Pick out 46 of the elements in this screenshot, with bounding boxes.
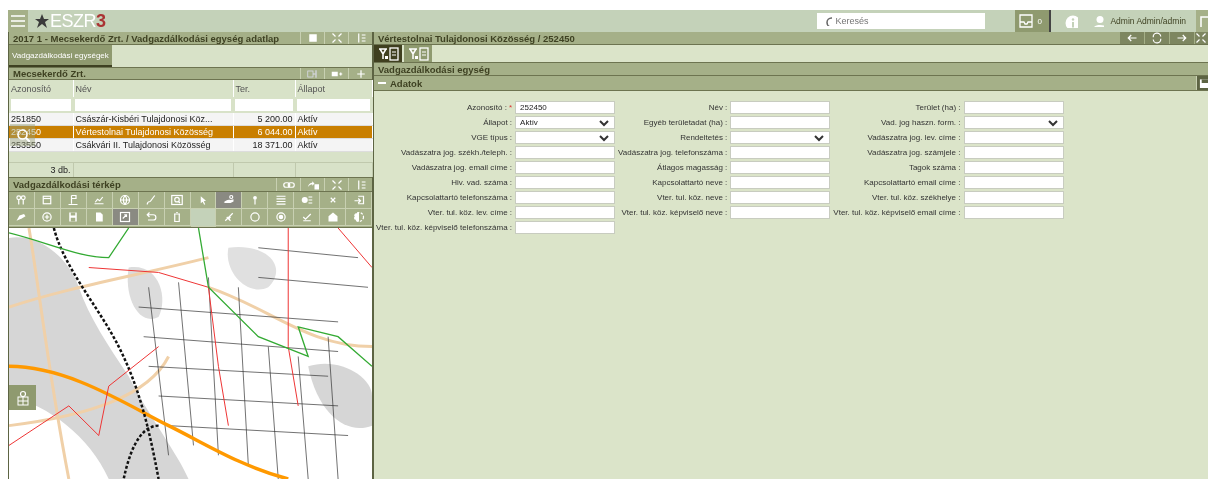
- field-label: Vadászatra jog. számjele :: [866, 148, 961, 157]
- field-label: Kapcsolattartó email címe :: [863, 178, 961, 187]
- field-label: Kapcsolattartó telefonszáma :: [405, 193, 513, 202]
- field-label: Állapot :: [482, 118, 513, 127]
- table-cell: 5 200.00: [233, 113, 295, 126]
- field-label: Vter. tul. köz. lev. címe :: [426, 208, 513, 217]
- table-cell: Aktív: [295, 113, 372, 126]
- list-title: Mecsekerdő Zrt.: [12, 68, 87, 79]
- field-label: Vadászatra jog. székh./teleph. :: [400, 148, 513, 157]
- field-label: Egyéb területadat (ha) :: [642, 118, 728, 127]
- search-field[interactable]: Keresés: [817, 13, 986, 29]
- panel-title: Vadgazdálkodási térkép: [12, 179, 122, 190]
- panel-title: 2017 1 - Mecsekerdő Zrt. / Vadgazdálkodási egység adatlap: [12, 32, 281, 44]
- field-label: Rendeltetés :: [679, 133, 728, 142]
- field-label: Átlagos magasság :: [656, 163, 728, 172]
- field-label: Terület (ha) :: [914, 103, 961, 112]
- field-label: Vadászatra jog. email címe :: [410, 163, 513, 172]
- column-header[interactable]: Név: [73, 80, 233, 97]
- field-label: Hiv. vad. száma :: [450, 178, 513, 187]
- column-header[interactable]: Ter.: [233, 80, 295, 97]
- panel-title: Vértestolnai Tulajdonosi Közösség / 252450: [377, 32, 576, 44]
- logo-text: ESZR: [50, 10, 96, 32]
- field-label: Tagok száma :: [907, 163, 961, 172]
- field-label: Vter. tul. köz. székhelye :: [871, 193, 961, 202]
- field-label: VGE típus :: [470, 133, 513, 142]
- field-label: Vter. tul. köz. képviselő email címe :: [833, 208, 961, 217]
- field-label: Kapcsolattartó neve :: [651, 178, 728, 187]
- field-label: Vter. tul. köz. képviselő telefonszáma :: [376, 223, 513, 232]
- field-label: Vad. jog haszn. form. :: [880, 118, 961, 127]
- user-name[interactable]: Admin Admin/admin: [1110, 16, 1186, 26]
- table-cell: 251850: [9, 113, 73, 126]
- column-header[interactable]: Állapot: [295, 80, 372, 97]
- field-label: Azonosító : *: [465, 103, 513, 112]
- table-cell: Császár-Kisbéri Tulajdonosi Köz...: [73, 113, 233, 126]
- field-label: Vadászatra jog. lev. címe :: [866, 133, 961, 142]
- column-header[interactable]: Azonosító: [9, 80, 73, 97]
- logo-number: 3: [96, 10, 106, 32]
- table-row[interactable]: 253550 Csákvári II. Tulajdonosi Közösség 18 371.00 Aktív: [9, 138, 372, 152]
- field-label: Vadászatra jog. telefonszáma :: [618, 148, 728, 157]
- section-title: Vadgazdálkodási egység: [377, 63, 491, 75]
- field-label: Név :: [707, 103, 728, 112]
- select-field[interactable]: Aktív: [515, 116, 616, 129]
- table-row[interactable]: 251850 Császár-Kisbéri Tulajdonosi Köz... 5 200.00 Aktív: [9, 113, 372, 126]
- field-label: Vter. tul. köz. neve :: [656, 193, 728, 202]
- input-field[interactable]: 252450: [515, 101, 616, 114]
- field-label: Vter. tul. köz. képviselő neve :: [620, 208, 728, 217]
